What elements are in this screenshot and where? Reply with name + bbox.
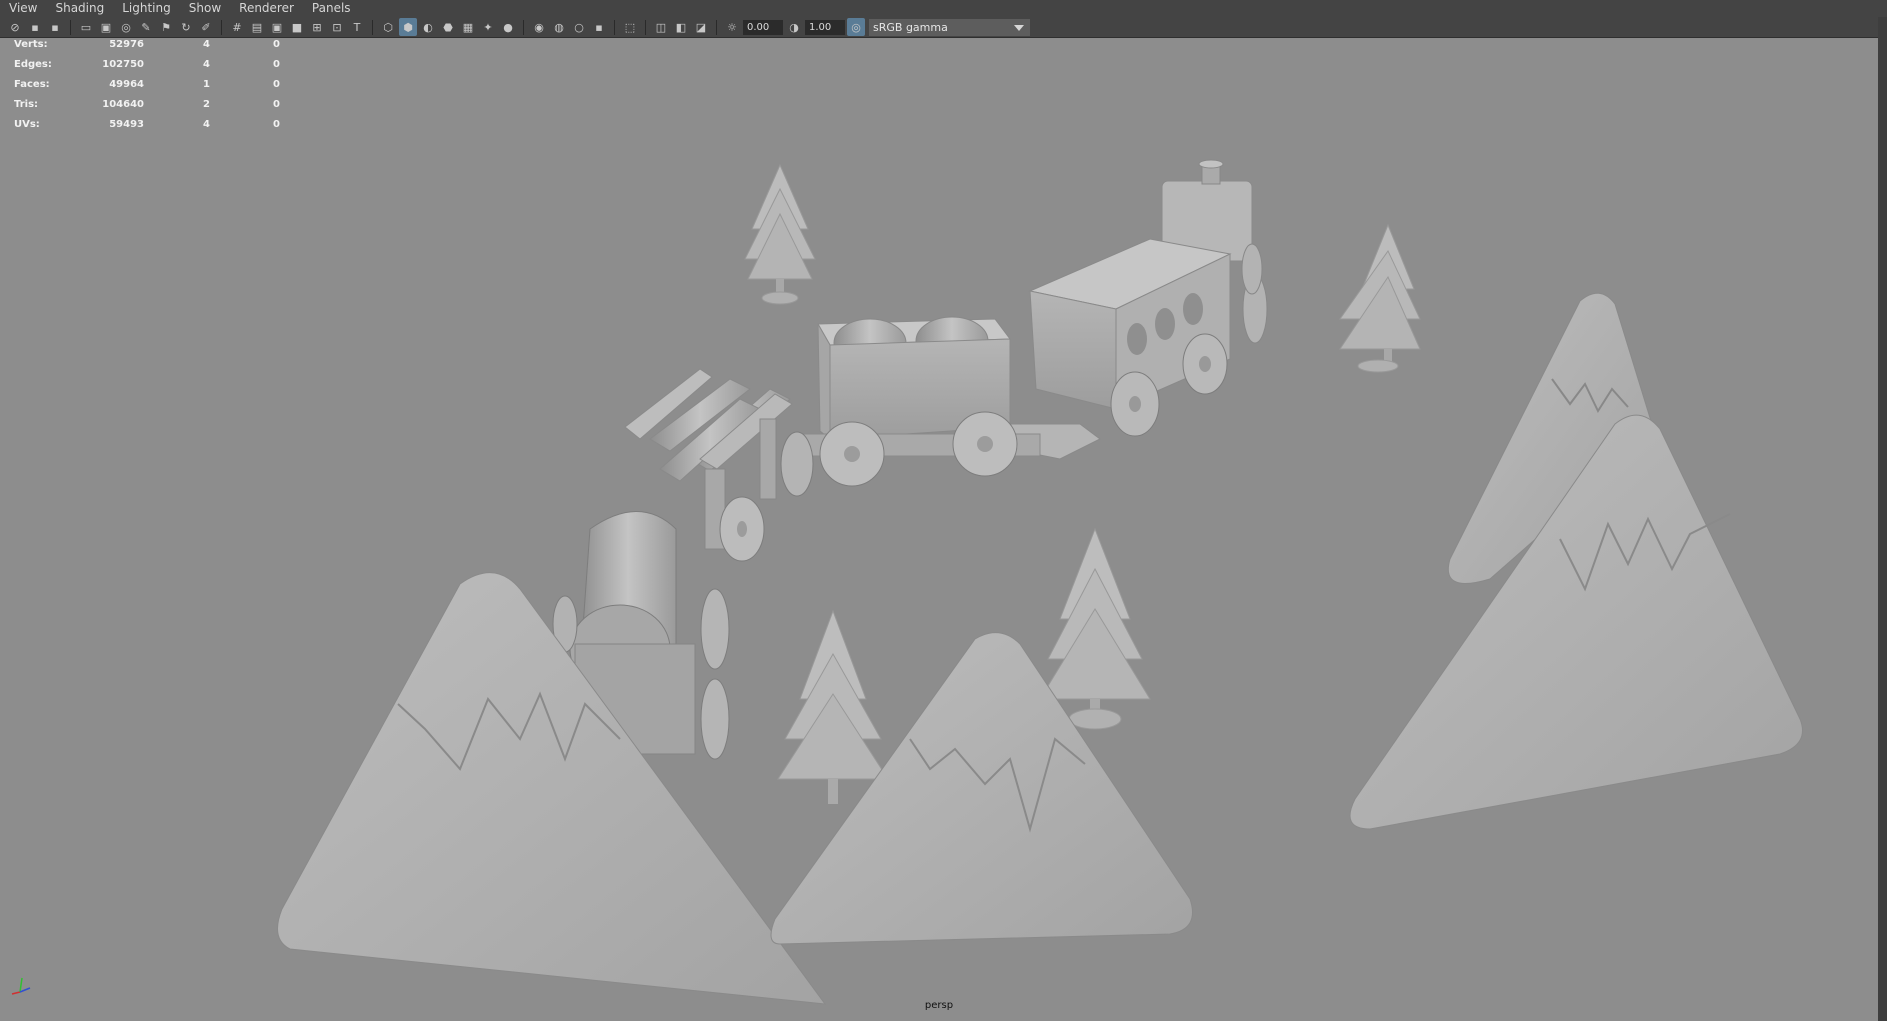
hud-selected: 4 (203, 59, 210, 70)
toolbar-divider (645, 19, 646, 35)
two-d-pan-icon[interactable]: ◎ (117, 18, 135, 36)
hud-uv: 0 (273, 39, 280, 50)
hud-selected: 2 (203, 99, 210, 110)
hud-label: Verts: (14, 39, 48, 50)
hud-label: Tris: (14, 99, 39, 110)
shadows-icon[interactable]: ● (499, 18, 517, 36)
backface-culling-icon[interactable]: ◪ (692, 18, 710, 36)
hud-total: 49964 (109, 79, 144, 90)
screen-space-ao-icon[interactable]: ◉ (530, 18, 548, 36)
passenger-car (1009, 238, 1232, 460)
safe-title-icon[interactable]: T (348, 18, 366, 36)
tumble-icon[interactable]: ↻ (177, 18, 195, 36)
hud-label: UVs: (14, 119, 40, 130)
hud-selected: 1 (203, 79, 210, 90)
hud-total: 59493 (109, 119, 144, 130)
tree-front-left (777, 609, 889, 804)
field-chart-icon[interactable]: ⊞ (308, 18, 326, 36)
pencil-icon[interactable]: ✐ (197, 18, 215, 36)
menu-view[interactable]: View (0, 0, 46, 17)
xray-joints-icon[interactable]: ◧ (672, 18, 690, 36)
safe-action-icon[interactable]: ⊡ (328, 18, 346, 36)
menu-show[interactable]: Show (180, 0, 230, 17)
toolbar-divider (372, 19, 373, 35)
hud-uv: 0 (273, 79, 280, 90)
smooth-shade-icon[interactable]: ⬢ (399, 18, 417, 36)
tree-back-left (744, 163, 816, 305)
image-plane-icon[interactable]: ▣ (97, 18, 115, 36)
gamma-icon[interactable]: ◑ (785, 18, 803, 36)
motion-blur-icon[interactable]: ◍ (550, 18, 568, 36)
toolbar-divider (523, 19, 524, 35)
toolbar-divider (70, 19, 71, 35)
menu-panels[interactable]: Panels (303, 0, 360, 17)
tree-back-right (1339, 223, 1421, 373)
chevron-down-icon (1014, 24, 1024, 31)
color-space-dropdown[interactable]: sRGB gamma (869, 18, 1030, 36)
hud-selected: 4 (203, 119, 210, 130)
exposure-icon[interactable]: ☼ (723, 18, 741, 36)
scene-render (277, 159, 1803, 1005)
hud-total: 52976 (109, 39, 144, 50)
hud-uv: 0 (273, 119, 280, 130)
wireframe-on-shaded-icon[interactable]: ⬣ (439, 18, 457, 36)
color-space-value: sRGB gamma (873, 20, 948, 34)
menu-renderer[interactable]: Renderer (230, 0, 303, 17)
hud-label: Faces: (14, 79, 50, 90)
menu-lighting[interactable]: Lighting (113, 0, 180, 17)
hud-selected: 4 (203, 39, 210, 50)
exposure-field[interactable]: 0.00 (743, 19, 783, 35)
depth-of-field-icon[interactable]: ▪ (590, 18, 608, 36)
toolbar-divider (716, 19, 717, 35)
hud-uv: 0 (273, 59, 280, 70)
grease-pencil-icon[interactable]: ✎ (137, 18, 155, 36)
hud-uv: 0 (273, 99, 280, 110)
ball-wagon (780, 316, 1041, 497)
toolbar-divider (221, 19, 222, 35)
hud-label: Edges: (14, 59, 52, 70)
gamma-field[interactable]: 1.00 (805, 19, 845, 35)
hud-total: 102750 (102, 59, 144, 70)
default-material-icon[interactable]: ◐ (419, 18, 437, 36)
panel-toolbar: ⊘ ▪ ▪ ▭ ▣ ◎ ✎ ⚑ ↻ ✐ # ▤ ▣ ■ ⊞ ⊡ T ⬡ ⬢ ◐ … (0, 17, 1887, 38)
camera-attributes-icon[interactable]: ▪ (26, 18, 44, 36)
menu-bar: View Shading Lighting Show Renderer Pane… (0, 0, 1887, 17)
isolate-select-icon[interactable]: ⬚ (621, 18, 639, 36)
textures-icon[interactable]: ▦ (459, 18, 477, 36)
bookmark-icon[interactable]: ▪ (46, 18, 64, 36)
film-gate-icon[interactable]: ▭ (77, 18, 95, 36)
axis-gizmo-icon (11, 977, 31, 995)
menu-shading[interactable]: Shading (46, 0, 113, 17)
mountain-front-left (277, 572, 827, 1005)
lights-icon[interactable]: ✦ (479, 18, 497, 36)
color-management-icon[interactable]: ◎ (847, 18, 865, 36)
camera-name-label: persp (924, 1000, 954, 1011)
xray-icon[interactable]: ◫ (652, 18, 670, 36)
resolution-gate-icon[interactable]: ▣ (268, 18, 286, 36)
viewport-right-edge (1878, 17, 1887, 1021)
bookmark-flag-icon[interactable]: ⚑ (157, 18, 175, 36)
select-camera-icon[interactable]: ⊘ (6, 18, 24, 36)
grid-icon[interactable]: # (228, 18, 246, 36)
hud-total: 104640 (102, 99, 144, 110)
anti-aliasing-icon[interactable]: ○ (570, 18, 588, 36)
wireframe-icon[interactable]: ⬡ (379, 18, 397, 36)
toolbar-divider (614, 19, 615, 35)
film-gate-toggle-icon[interactable]: ▤ (248, 18, 266, 36)
gate-mask-icon[interactable]: ■ (288, 18, 306, 36)
